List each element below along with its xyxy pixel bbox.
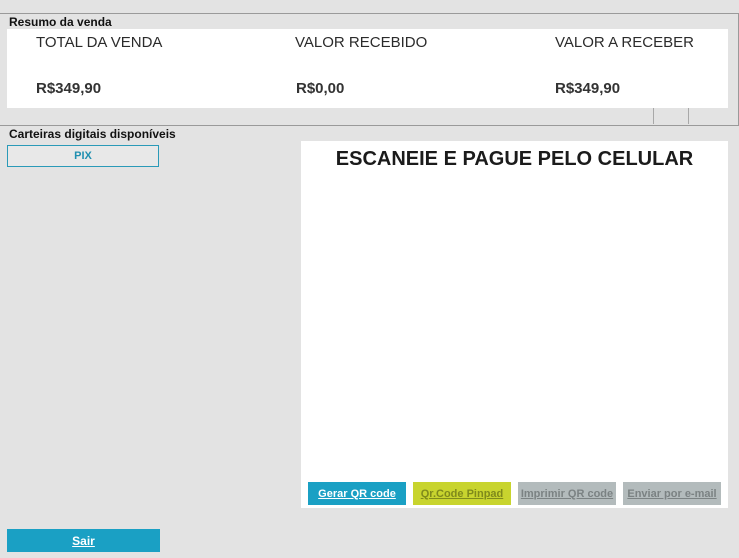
status-cell-divider — [653, 108, 654, 124]
summary-section-label: Resumo da venda — [9, 15, 112, 29]
amount-receivable-value: R$349,90 — [555, 80, 621, 97]
qr-panel-title: ESCANEIE E PAGUE PELO CELULAR — [335, 148, 694, 170]
generate-qr-button[interactable]: Gerar QR code — [308, 482, 406, 505]
generate-qr-label: Gerar QR code — [318, 487, 396, 500]
qr-pinpad-label: Qr.Code Pinpad — [420, 487, 504, 500]
print-qr-label: Imprimir QR code — [520, 487, 614, 500]
section-divider — [0, 125, 739, 126]
amount-received-value: R$0,00 — [296, 80, 345, 97]
send-email-label: Enviar por e-mail — [627, 487, 717, 500]
wallet-pix-button[interactable]: PIX — [7, 145, 159, 167]
wallet-pix-label: PIX — [74, 150, 92, 162]
exit-button[interactable]: Sair — [7, 529, 160, 552]
wallets-section-label: Carteiras digitais disponíveis — [9, 127, 176, 141]
qr-code-panel: ESCANEIE E PAGUE PELO CELULAR Gerar QR c… — [301, 141, 728, 508]
qr-pinpad-button[interactable]: Qr.Code Pinpad — [413, 482, 511, 505]
print-qr-button[interactable]: Imprimir QR code — [518, 482, 616, 505]
amount-receivable-label: VALOR A RECEBER — [555, 34, 694, 51]
send-email-button[interactable]: Enviar por e-mail — [623, 482, 721, 505]
sale-summary-panel: TOTAL DA VENDA VALOR RECEBIDO VALOR A RE… — [7, 29, 728, 108]
status-cell-divider — [688, 108, 689, 124]
total-sale-value: R$349,90 — [36, 80, 102, 97]
amount-received-label: VALOR RECEBIDO — [295, 34, 428, 51]
exit-label: Sair — [72, 533, 95, 548]
total-sale-label: TOTAL DA VENDA — [36, 34, 163, 51]
top-divider — [0, 13, 739, 14]
